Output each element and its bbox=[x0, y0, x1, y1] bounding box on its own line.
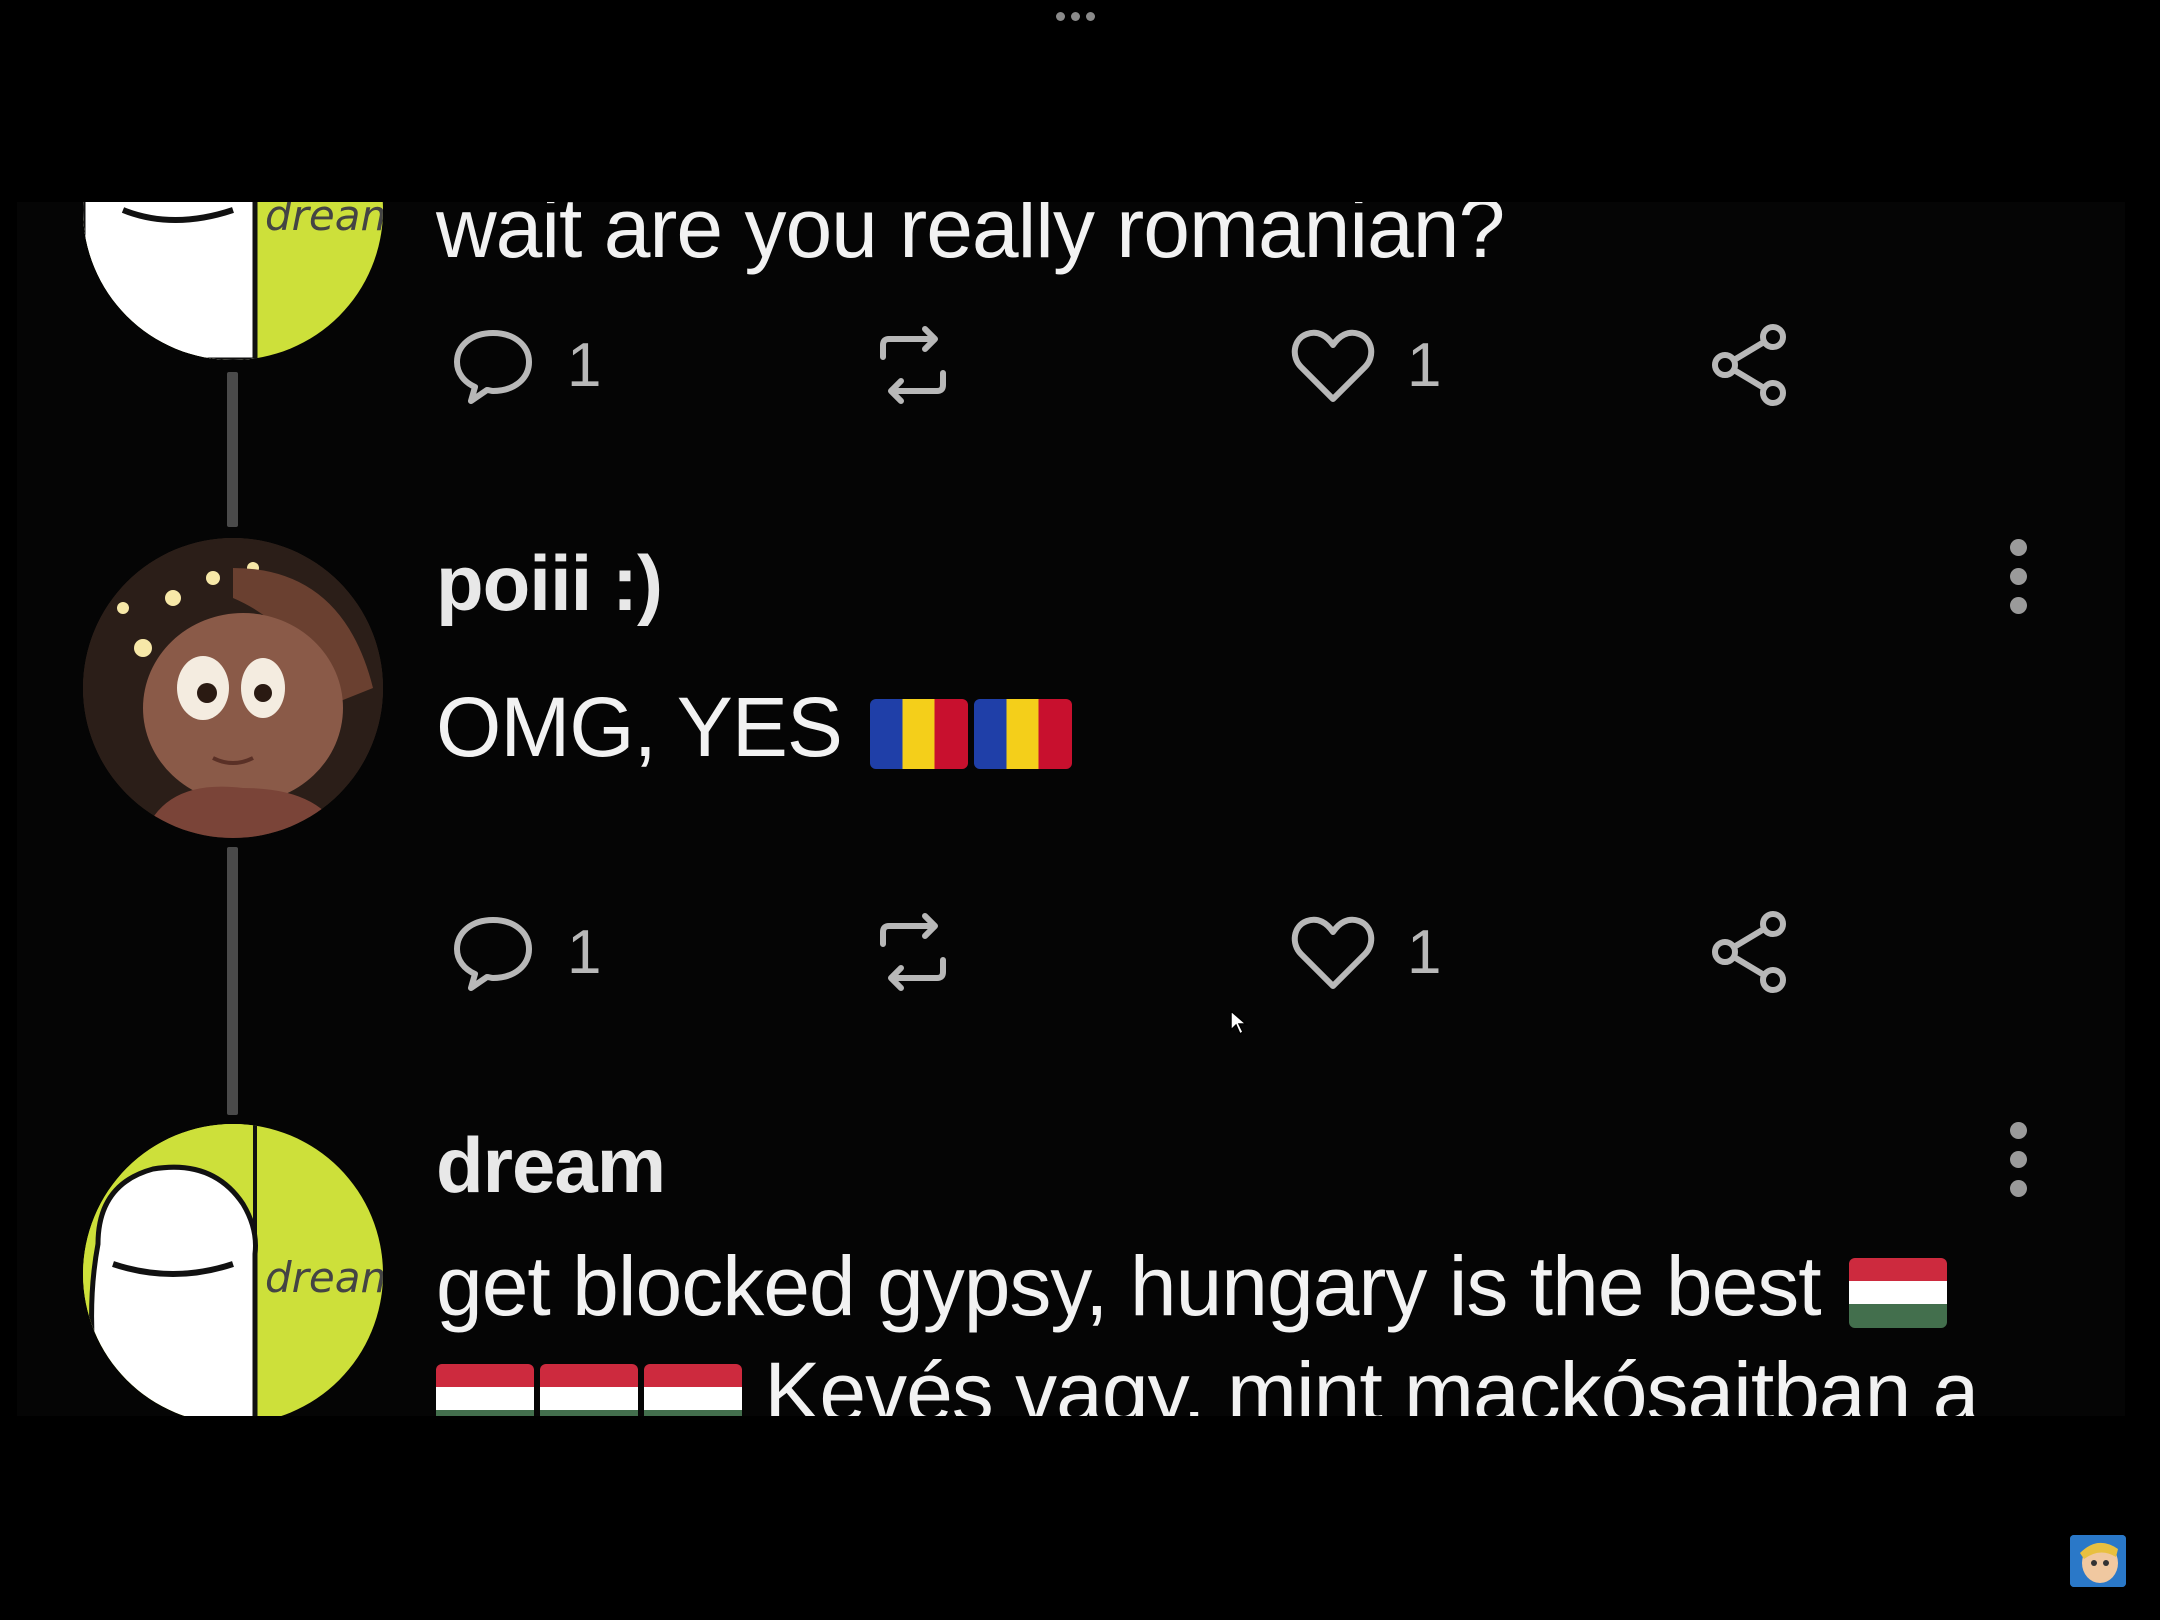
share-icon bbox=[1712, 324, 1786, 406]
window-menu-dots-icon[interactable] bbox=[1056, 12, 1095, 21]
romania-flag-icon bbox=[870, 698, 969, 769]
reply-count: 1 bbox=[567, 330, 602, 400]
action-bar: 1 1 bbox=[447, 906, 1847, 996]
svg-text:dream: dream bbox=[265, 202, 383, 240]
more-vertical-icon[interactable] bbox=[2010, 539, 2030, 614]
post-text-content: Kevés vagy, mint mackósajtban a bbox=[764, 1345, 1979, 1416]
repost-button[interactable] bbox=[867, 319, 959, 411]
mouse-cursor-icon bbox=[1230, 1009, 1250, 1036]
more-vertical-icon[interactable] bbox=[2010, 1122, 2030, 1197]
post-text-line-1: get blocked gypsy, hungary is the best bbox=[436, 1238, 1947, 1335]
thread-line bbox=[227, 847, 238, 1115]
reply-icon bbox=[454, 330, 532, 404]
post-text: OMG, YES bbox=[436, 679, 1073, 776]
post-text-content: get blocked gypsy, hungary is the best bbox=[436, 1239, 1822, 1333]
repost-icon bbox=[880, 913, 946, 991]
action-bar: 1 1 bbox=[447, 319, 1847, 409]
reply-icon bbox=[454, 917, 532, 991]
avatar-poiii[interactable] bbox=[83, 538, 383, 838]
app-logo-icon bbox=[2070, 1535, 2126, 1587]
share-icon bbox=[1712, 911, 1786, 993]
avatar-dream[interactable]: dream bbox=[83, 202, 383, 360]
repost-button[interactable] bbox=[867, 906, 959, 998]
thread-line bbox=[227, 372, 238, 527]
screen: dream wait are you really romanian? 1 1 bbox=[0, 0, 2160, 1620]
hungary-flag-icon bbox=[540, 1363, 638, 1416]
heart-icon bbox=[1291, 916, 1375, 989]
username[interactable]: poiii :) bbox=[436, 538, 663, 629]
avatar-dream[interactable]: dream bbox=[83, 1124, 383, 1416]
share-button[interactable] bbox=[1705, 906, 1797, 998]
like-count: 1 bbox=[1407, 330, 1442, 400]
reply-count: 1 bbox=[567, 917, 602, 987]
hungary-flag-icon bbox=[644, 1363, 742, 1416]
like-button[interactable]: 1 bbox=[1287, 319, 1441, 411]
romania-flag-icon bbox=[974, 698, 1073, 769]
reply-button[interactable]: 1 bbox=[447, 906, 601, 998]
video-frame: dream wait are you really romanian? 1 1 bbox=[17, 202, 2125, 1416]
post-text-content: OMG, YES bbox=[436, 680, 843, 774]
like-count: 1 bbox=[1407, 917, 1442, 987]
repost-icon bbox=[880, 326, 946, 404]
post-text: wait are you really romanian? bbox=[436, 202, 1505, 275]
reply-button[interactable]: 1 bbox=[447, 319, 601, 411]
hungary-flag-icon bbox=[436, 1363, 534, 1416]
hungary-flag-icon bbox=[1848, 1257, 1947, 1328]
share-button[interactable] bbox=[1705, 319, 1797, 411]
heart-icon bbox=[1291, 329, 1375, 402]
username[interactable]: dream bbox=[436, 1120, 666, 1211]
svg-text:dream: dream bbox=[265, 1253, 383, 1302]
like-button[interactable]: 1 bbox=[1287, 906, 1441, 998]
post-text-line-2: Kevés vagy, mint mackósajtban a bbox=[436, 1344, 1979, 1416]
